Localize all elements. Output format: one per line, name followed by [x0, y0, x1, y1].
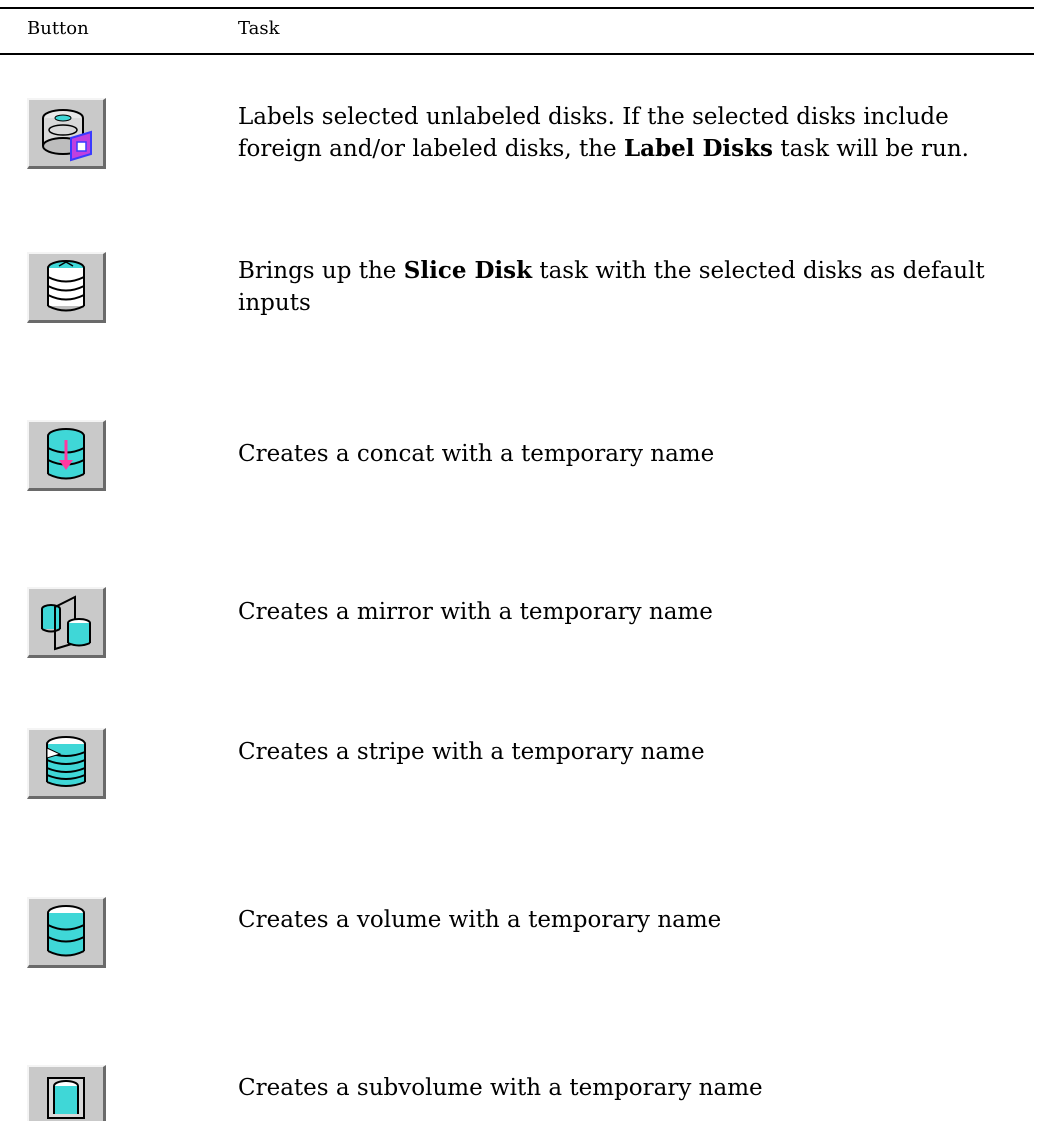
task-name-bold: Slice Disk	[403, 257, 533, 284]
create-mirror-button[interactable]	[27, 587, 106, 658]
table-top-rule	[0, 7, 1034, 9]
column-header-task: Task	[238, 18, 280, 39]
column-header-button: Button	[27, 18, 89, 39]
row-description: Creates a mirror with a temporary name	[238, 599, 713, 625]
create-concat-button[interactable]	[27, 420, 106, 491]
table-header-rule	[0, 53, 1034, 55]
row-description: Creates a stripe with a temporary name	[238, 739, 705, 765]
row-description: Brings up the Slice Disk task with the s…	[238, 255, 1018, 319]
slice-disk-button[interactable]	[27, 252, 106, 323]
create-subvolume-button[interactable]	[27, 1065, 106, 1121]
create-concat-icon	[47, 428, 85, 480]
description-text: Brings up the	[238, 258, 404, 284]
task-name-bold: Label Disks	[623, 135, 774, 162]
row-description: Creates a subvolume with a temporary nam…	[238, 1075, 763, 1101]
create-subvolume-icon	[47, 1077, 85, 1119]
slice-disk-icon	[47, 260, 85, 312]
label-disks-button[interactable]	[27, 98, 106, 169]
row-description: Creates a concat with a temporary name	[238, 441, 715, 467]
create-stripe-button[interactable]	[27, 728, 106, 799]
create-stripe-icon	[46, 736, 86, 787]
label-disks-icon	[42, 109, 92, 162]
create-volume-button[interactable]	[27, 897, 106, 968]
description-text: task will be run.	[773, 136, 969, 162]
create-mirror-icon	[41, 595, 91, 651]
create-volume-icon	[47, 905, 85, 957]
row-description: Labels selected unlabeled disks. If the …	[238, 101, 1018, 165]
row-description: Creates a volume with a temporary name	[238, 907, 722, 933]
